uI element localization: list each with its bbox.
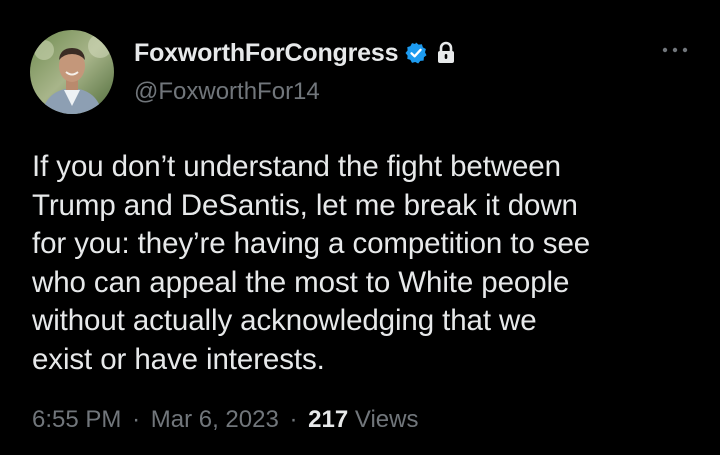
more-options-icon[interactable]	[660, 40, 690, 60]
avatar[interactable]	[30, 30, 114, 114]
display-name[interactable]: FoxworthForCongress	[134, 39, 398, 68]
views-label[interactable]: Views	[355, 406, 419, 433]
tweet-card[interactable]: FoxworthForCongress @FoxworthFor14 If yo…	[0, 0, 720, 455]
verified-badge-icon[interactable]	[404, 41, 428, 65]
tweet-metadata: 6:55 PM · Mar 6, 2023 · 217 Views	[32, 406, 418, 434]
tweet-date[interactable]: Mar 6, 2023	[151, 406, 279, 433]
views-count[interactable]: 217	[308, 406, 348, 433]
separator: ·	[132, 406, 141, 433]
separator: ·	[289, 406, 298, 433]
tweet-text: If you don’t understand the fight betwee…	[32, 150, 591, 376]
author-name-row: FoxworthForCongress	[134, 36, 456, 70]
tweet-time[interactable]: 6:55 PM	[32, 406, 121, 433]
lock-icon	[436, 41, 456, 65]
author-handle[interactable]: @FoxworthFor14	[134, 78, 320, 106]
avatar-image	[30, 30, 114, 114]
